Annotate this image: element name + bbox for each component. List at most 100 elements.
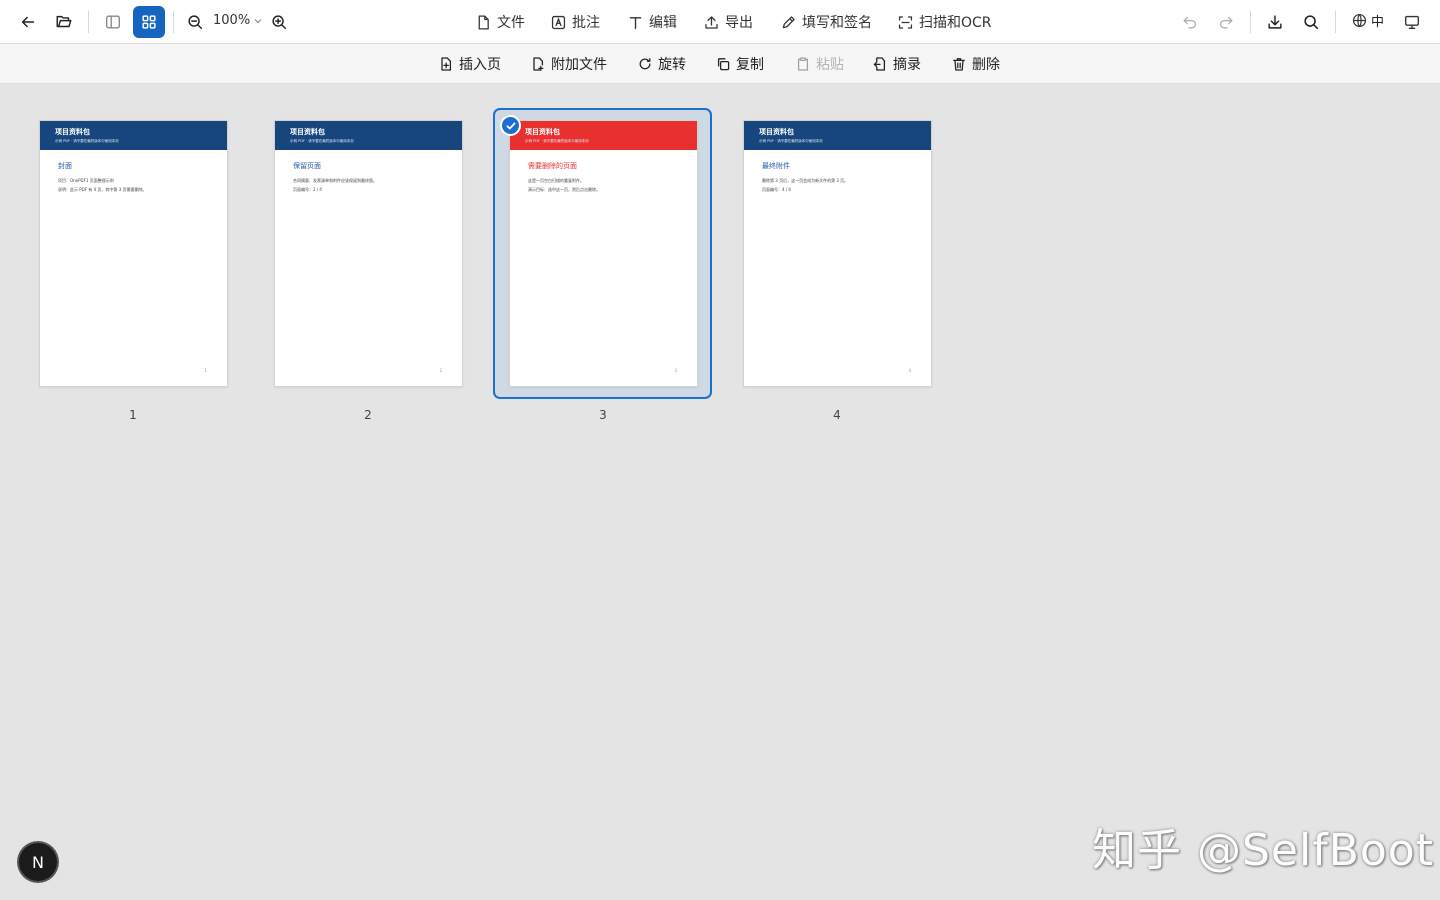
page-line: 演示目标：选中这一页，然后点击删除。 [528, 187, 600, 192]
scan-icon [898, 15, 913, 29]
page-header: 项目资料包 示例 PDF · 请不要在最终版本中使用本页 [275, 121, 462, 150]
upload-icon [705, 15, 718, 29]
download-icon [1268, 15, 1282, 29]
insert-page-label: 插入页 [459, 57, 501, 73]
page-line: 页面编号：4 / 4 [762, 187, 791, 192]
sidebar-toggle-button[interactable] [99, 8, 127, 36]
extract-button[interactable]: 摘录 [872, 54, 921, 74]
paste-button[interactable]: 粘贴 [795, 54, 844, 74]
language-label: 中 [1371, 15, 1385, 30]
page-thumbnail-3[interactable]: 项目资料包 示例 PDF · 请不要在最终版本中使用本页 需要删除的页面 这是一… [510, 121, 697, 386]
grid-icon [142, 15, 156, 29]
annotate-icon [551, 15, 566, 29]
zoom-in-button[interactable] [265, 8, 293, 36]
copy-label: 复制 [736, 57, 764, 73]
top-toolbar: 100% 文件 批注 编辑 导出 填写和签名 扫描和OCR 中 [0, 0, 1440, 44]
arrow-left-icon [21, 16, 35, 28]
undo-icon [1183, 16, 1197, 29]
language-button[interactable]: 中 [1351, 11, 1384, 30]
page-number-label: 4 [833, 408, 841, 422]
page-line: 合同摘要、发票清单和附件应该保留到最终版。 [293, 178, 377, 183]
zoom-value: 100% [213, 13, 251, 28]
undo-button[interactable] [1176, 8, 1204, 36]
sidebar-icon [106, 15, 120, 29]
menu-scan-ocr-label: 扫描和OCR [919, 15, 992, 31]
folder-open-icon [56, 15, 72, 28]
page-title: 保留页面 [293, 162, 321, 170]
menu-export-label: 导出 [725, 15, 753, 31]
pen-icon [782, 15, 795, 28]
page-header-title: 项目资料包 [290, 128, 325, 136]
open-file-button[interactable] [50, 8, 78, 36]
trash-icon [953, 58, 965, 71]
menu-annotate[interactable]: 批注 [550, 11, 600, 33]
page-line: 说明：此示 PDF 有 4 页，其中第 3 页需要删除。 [58, 187, 147, 192]
redo-button[interactable] [1212, 8, 1240, 36]
app-badge[interactable]: N [19, 843, 57, 881]
search-button[interactable] [1297, 8, 1325, 36]
paste-label: 粘贴 [816, 57, 844, 73]
back-button[interactable] [14, 8, 42, 36]
page-number-label: 1 [129, 408, 137, 422]
page-header-subtitle: 示例 PDF · 请不要在最终版本中使用本页 [525, 139, 589, 143]
text-icon [629, 16, 642, 29]
file-icon [478, 14, 489, 30]
page-number-label: 2 [364, 408, 372, 422]
redo-icon [1219, 16, 1233, 29]
page-title: 封面 [58, 162, 72, 170]
menu-fill-sign[interactable]: 填写和签名 [780, 11, 872, 33]
chevron-down-icon [254, 18, 262, 23]
attach-file-label: 附加文件 [551, 57, 607, 73]
page-title: 需要删除的页面 [528, 162, 577, 170]
rotate-icon [639, 58, 651, 70]
menu-edit-label: 编辑 [649, 15, 677, 31]
menu-export[interactable]: 导出 [703, 11, 753, 33]
present-button[interactable] [1398, 8, 1426, 36]
menu-edit[interactable]: 编辑 [627, 11, 677, 33]
delete-label: 删除 [972, 57, 1000, 73]
page-header-title: 项目资料包 [55, 128, 90, 136]
download-button[interactable] [1261, 8, 1289, 36]
page-footer-number: 2 [439, 368, 442, 373]
file-plus-icon [441, 57, 452, 71]
file-attach-icon [533, 57, 544, 72]
rotate-label: 旋转 [658, 57, 686, 73]
zoom-select[interactable]: 100% [213, 13, 263, 28]
monitor-icon [1405, 15, 1419, 29]
page-title: 最终附件 [762, 162, 790, 170]
page-header: 项目资料包 示例 PDF · 请不要在最终版本中使用本页 [40, 121, 227, 150]
menu-file-label: 文件 [497, 15, 525, 31]
globe-icon [1352, 13, 1367, 28]
delete-button[interactable]: 删除 [951, 54, 1000, 74]
watermark: 知乎 @SelfBoot [1092, 825, 1434, 876]
zoom-in-icon [272, 15, 287, 30]
page-footer-number: 3 [674, 368, 677, 373]
attach-file-button[interactable]: 附加文件 [530, 54, 607, 74]
page-line: 项目：OnePDF1 页面整理示例 [58, 178, 114, 183]
page-thumbnail-2[interactable]: 项目资料包 示例 PDF · 请不要在最终版本中使用本页 保留页面 合同摘要、发… [275, 121, 462, 386]
rotate-button[interactable]: 旋转 [637, 54, 686, 74]
menu-scan-ocr[interactable]: 扫描和OCR [897, 11, 992, 33]
copy-button[interactable]: 复制 [715, 54, 764, 74]
page-header-subtitle: 示例 PDF · 请不要在最终版本中使用本页 [290, 139, 354, 143]
menu-fill-sign-label: 填写和签名 [802, 15, 872, 31]
insert-page-button[interactable]: 插入页 [438, 54, 501, 74]
selected-check-icon[interactable] [500, 115, 521, 136]
page-line: 页面编号：2 / 4 [293, 187, 322, 192]
page-header-subtitle: 示例 PDF · 请不要在最终版本中使用本页 [55, 139, 119, 143]
extract-label: 摘录 [893, 57, 921, 73]
page-header: 项目资料包 示例 PDF · 请不要在最终版本中使用本页 [744, 121, 931, 150]
menu-file[interactable]: 文件 [475, 11, 525, 33]
grid-view-button[interactable] [133, 6, 165, 38]
page-header-title: 项目资料包 [525, 128, 560, 136]
page-footer-number: 1 [204, 368, 207, 373]
page-number-label: 3 [599, 408, 607, 422]
page-thumbnail-4[interactable]: 项目资料包 示例 PDF · 请不要在最终版本中使用本页 最终附件 删除第 3 … [744, 121, 931, 386]
zoom-out-button[interactable] [181, 8, 209, 36]
page-header-title: 项目资料包 [759, 128, 794, 136]
menu-annotate-label: 批注 [572, 15, 600, 31]
page-line: 这是一页空白扫描的重复附件。 [528, 178, 584, 183]
page-thumbnail-1[interactable]: 项目资料包 示例 PDF · 请不要在最终版本中使用本页 封面 项目：OnePD… [40, 121, 227, 386]
page-line: 删除第 3 页后，这一页会成为新文件的第 3 页。 [762, 178, 849, 183]
page-header: 项目资料包 示例 PDF · 请不要在最终版本中使用本页 [510, 121, 697, 150]
